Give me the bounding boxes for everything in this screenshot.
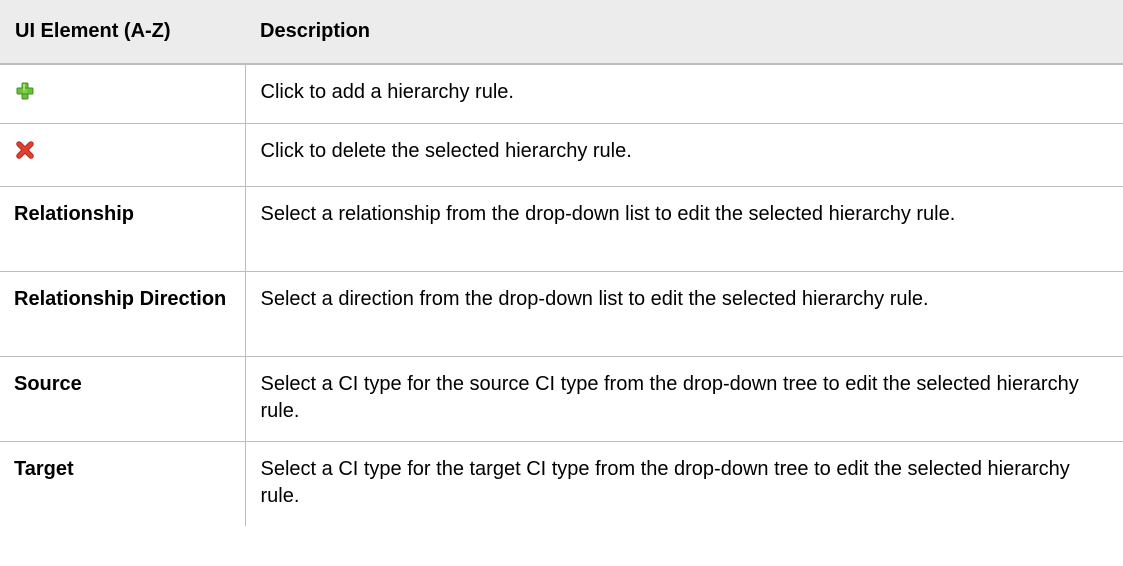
element-cell [0,123,246,187]
element-cell [0,64,246,124]
description-cell: Select a CI type for the source CI type … [245,356,1123,442]
table-row: Target Select a CI type for the target C… [0,441,1123,526]
table-row: Relationship Direction Select a directio… [0,271,1123,357]
element-cell: Source [0,356,246,442]
header-description: Description [245,0,1123,65]
ui-elements-table: UI Element (A-Z) Description Click to ad… [0,0,1123,526]
element-cell: Relationship [0,186,246,272]
table-row: Source Select a CI type for the source C… [0,356,1123,442]
table-row: Click to add a hierarchy rule. [0,64,1123,124]
description-cell: Select a direction from the drop-down li… [245,271,1123,357]
description-cell: Click to add a hierarchy rule. [245,64,1123,124]
description-cell: Click to delete the selected hierarchy r… [245,123,1123,187]
header-ui-element: UI Element (A-Z) [0,0,245,65]
table-row: Click to delete the selected hierarchy r… [0,123,1123,187]
element-cell: Relationship Direction [0,271,246,357]
table-header-row: UI Element (A-Z) Description [0,0,1123,65]
table-row: Relationship Select a relationship from … [0,186,1123,272]
add-icon [14,80,36,102]
delete-icon [14,139,36,161]
element-cell: Target [0,441,246,526]
description-cell: Select a relationship from the drop-down… [245,186,1123,272]
description-cell: Select a CI type for the target CI type … [260,458,1070,507]
